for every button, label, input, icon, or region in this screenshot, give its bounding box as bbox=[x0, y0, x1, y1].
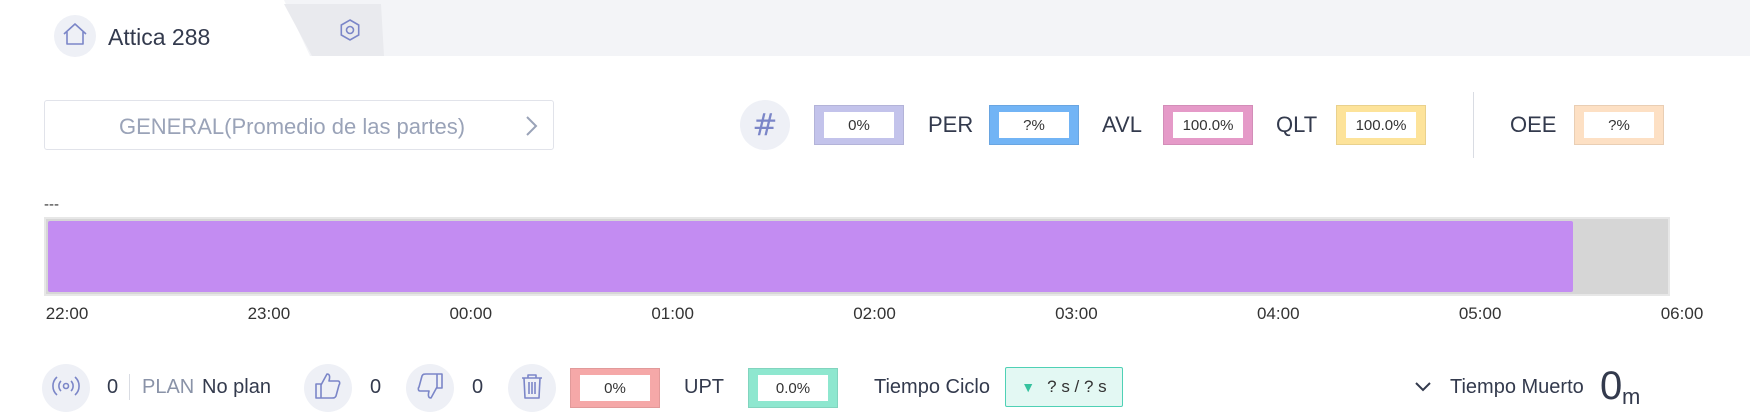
home-icon bbox=[62, 22, 88, 51]
qlt-label: QLT bbox=[1276, 112, 1318, 137]
timeline-tick: 04:00 bbox=[1256, 304, 1300, 323]
signal-icon bbox=[52, 374, 80, 403]
thumbs-up-icon bbox=[313, 371, 343, 406]
timeline-tick: 00:00 bbox=[449, 304, 493, 323]
per-label: PER bbox=[928, 112, 974, 137]
signal-button[interactable] bbox=[42, 364, 90, 412]
timeline-tick: 22:00 bbox=[45, 304, 89, 323]
page-title: Attica 288 bbox=[108, 24, 211, 50]
timeline-tick: 06:00 bbox=[1660, 304, 1704, 323]
good-parts-button[interactable] bbox=[304, 364, 352, 412]
per-metric-box: ?% bbox=[989, 105, 1079, 145]
count-mode-button[interactable]: # bbox=[740, 100, 790, 150]
plan-value: No plan bbox=[202, 376, 271, 398]
selector-label: GENERAL(Promedio de las partes) bbox=[119, 114, 466, 139]
per-metric-value: ?% bbox=[999, 112, 1069, 138]
thumbs-down-icon bbox=[415, 371, 445, 406]
plan-divider bbox=[129, 374, 130, 400]
dead-time-unit: m bbox=[1622, 384, 1641, 409]
plan-label: PLAN bbox=[142, 376, 195, 398]
timeline-tick: 23:00 bbox=[247, 304, 291, 323]
part-selector[interactable]: GENERAL(Promedio de las partes) bbox=[44, 100, 554, 150]
bad-parts-count: 0 bbox=[472, 376, 484, 398]
avl-metric-box: 100.0% bbox=[1163, 105, 1253, 145]
bad-parts-button[interactable] bbox=[406, 364, 454, 412]
scrap-metric-value: 0% bbox=[580, 375, 650, 401]
timeline-tick: 01:00 bbox=[651, 304, 694, 323]
timeline-tick: 02:00 bbox=[853, 304, 896, 323]
avl-metric-value: 100.0% bbox=[1173, 112, 1243, 138]
upt-metric-box: 0.0% bbox=[748, 368, 838, 408]
home-button[interactable] bbox=[54, 15, 96, 57]
count-metric-value: 0% bbox=[824, 112, 894, 138]
avl-label: AVL bbox=[1102, 112, 1142, 137]
oee-metric-box: ?% bbox=[1574, 105, 1664, 145]
cycle-time-box[interactable]: ▼ ? s / ? s bbox=[1005, 367, 1123, 407]
oee-metric-value: ?% bbox=[1584, 112, 1654, 138]
upt-metric-value: 0.0% bbox=[758, 375, 828, 401]
upt-label: UPT bbox=[684, 376, 724, 398]
triangle-down-icon: ▼ bbox=[1021, 379, 1036, 395]
dead-time-value: 0 bbox=[1600, 364, 1623, 408]
trash-icon bbox=[520, 372, 544, 405]
qlt-metric-box: 100.0% bbox=[1336, 105, 1426, 145]
scrap-button[interactable] bbox=[508, 364, 556, 412]
top-bar: Attica 288 bbox=[0, 0, 1750, 57]
signal-count: 0 bbox=[107, 376, 119, 398]
chevron-down-icon[interactable] bbox=[1414, 380, 1432, 394]
qlt-metric-value: 100.0% bbox=[1346, 112, 1416, 138]
oee-label: OEE bbox=[1510, 112, 1557, 137]
timeline-track[interactable] bbox=[44, 217, 1670, 296]
timeline-tick: 03:00 bbox=[1055, 304, 1098, 323]
chevron-right-icon bbox=[521, 114, 541, 138]
good-parts-count: 0 bbox=[370, 376, 382, 398]
count-metric-box: 0% bbox=[814, 105, 904, 145]
timeline-label: --- bbox=[44, 196, 59, 213]
scrap-metric-box: 0% bbox=[570, 368, 660, 408]
dead-time-label: Tiempo Muerto bbox=[1450, 376, 1584, 398]
timeline-progress-bar[interactable] bbox=[48, 221, 1573, 292]
timeline-tick: 05:00 bbox=[1458, 304, 1502, 323]
cycle-time-label: Tiempo Ciclo bbox=[874, 376, 990, 398]
divider bbox=[1473, 92, 1474, 158]
hash-icon: # bbox=[752, 107, 778, 143]
cycle-time-value: ? s / ? s bbox=[1047, 377, 1107, 396]
gear-icon[interactable] bbox=[338, 18, 362, 42]
